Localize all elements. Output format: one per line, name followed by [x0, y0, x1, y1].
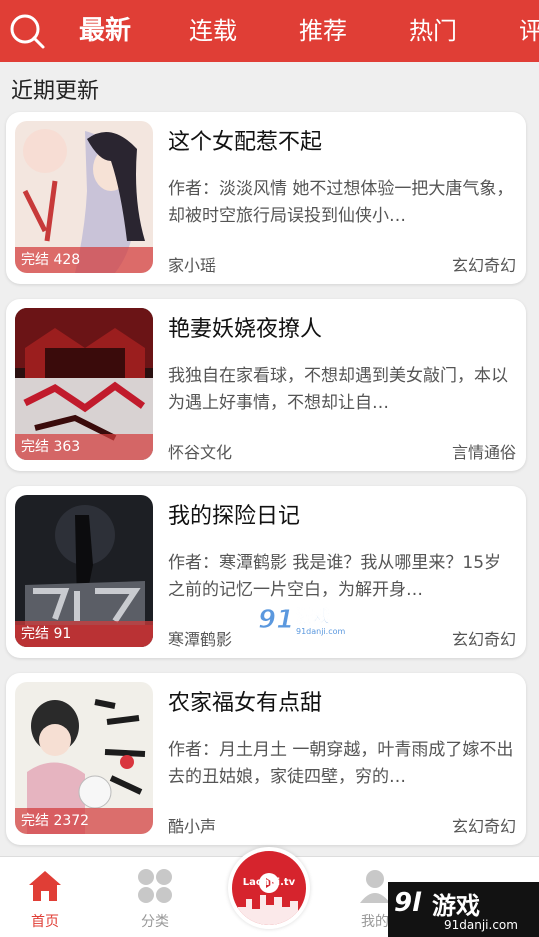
nav-label: 首页 — [31, 914, 59, 930]
svg-text:91: 91 — [258, 605, 294, 635]
book-description: 作者：月土月土 一朝穿越，叶青雨成了嫁不出去的丑姑娘，家徒四壁，穷的… — [168, 740, 514, 787]
completion-status-label: 完结 428 — [15, 247, 153, 273]
nav-category[interactable]: 分类 — [120, 867, 190, 931]
book-title[interactable]: 艳妻妖娆夜撩人 — [168, 311, 322, 343]
section-title: 近期更新 — [11, 79, 100, 104]
top-tab-bar: 最新 连载 推荐 热门 评 — [0, 0, 539, 62]
logo-text: 游戏 — [432, 892, 480, 920]
book-card[interactable]: 完结 2372 农家福女有点甜 作者：月土月土 一朝穿越，叶青雨成了嫁不出去的丑… — [6, 673, 526, 845]
book-cover[interactable]: 完结 91 — [15, 495, 153, 647]
book-title[interactable]: 农家福女有点甜 — [168, 685, 322, 717]
book-author: 寒潭鹤影 — [168, 630, 233, 649]
completion-status-label: 完结 91 — [15, 621, 153, 647]
center-play-button[interactable]: Laoapi.tv — [228, 847, 310, 929]
book-cover[interactable]: 完结 2372 — [15, 682, 153, 834]
home-icon — [29, 871, 61, 901]
svg-text:游戏: 游戏 — [296, 606, 330, 627]
book-title[interactable]: 我的探险日记 — [168, 498, 300, 530]
book-genre: 玄幻奇幻 — [451, 256, 516, 275]
book-author: 家小瑶 — [168, 256, 217, 275]
tab-serial[interactable]: 连载 — [189, 14, 237, 48]
book-author: 酷小声 — [168, 817, 217, 836]
book-cover[interactable]: 完结 363 — [15, 308, 153, 460]
site-watermark-logo: 91 游戏 91danji.com — [256, 600, 356, 638]
logo-mark: 9l — [394, 888, 422, 918]
tab-hot[interactable]: 热门 — [409, 14, 457, 48]
tab-latest[interactable]: 最新 — [79, 14, 131, 48]
search-icon — [10, 14, 45, 49]
nav-label: 分类 — [141, 914, 169, 930]
svg-text:91danji.com: 91danji.com — [296, 627, 346, 636]
city-skyline-icon — [238, 873, 298, 925]
search-button[interactable] — [8, 12, 46, 50]
book-author: 怀谷文化 — [168, 443, 233, 462]
book-cover[interactable]: 完结 428 — [15, 121, 153, 273]
book-card[interactable]: 完结 428 这个女配惹不起 作者：淡淡风情 她不过想体验一把大唐气象，却被时空… — [6, 112, 526, 284]
book-genre: 玄幻奇幻 — [451, 630, 516, 649]
book-genre: 言情通俗 — [451, 443, 516, 462]
center-button-label: Laoapi.tv — [242, 877, 296, 888]
tab-review[interactable]: 评 — [519, 14, 539, 48]
book-card[interactable]: 完结 363 艳妻妖娆夜撩人 我独自在家看球，不想却遇到美女敲门，本以为遇上好事… — [6, 299, 526, 471]
nav-home[interactable]: 首页 — [10, 867, 80, 931]
logo-domain: 91danji.com — [444, 918, 518, 932]
book-description: 我独自在家看球，不想却遇到美女敲门，本以为遇上好事情，不想却让自… — [168, 366, 508, 413]
completion-status-label: 完结 2372 — [15, 808, 153, 834]
book-genre: 玄幻奇幻 — [451, 817, 516, 836]
book-title[interactable]: 这个女配惹不起 — [168, 124, 322, 156]
completion-status-label: 完结 363 — [15, 434, 153, 460]
book-description: 作者：寒潭鹤影 我是谁？我从哪里来？15岁之前的记忆一片空白，为解开身… — [168, 553, 502, 600]
tab-recommend[interactable]: 推荐 — [299, 14, 347, 48]
category-grid-icon — [138, 869, 172, 903]
book-description: 作者：淡淡风情 她不过想体验一把大唐气象，却被时空旅行局误投到仙侠小… — [168, 179, 514, 226]
site-logo-badge: 9l 游戏 91danji.com — [388, 882, 539, 937]
